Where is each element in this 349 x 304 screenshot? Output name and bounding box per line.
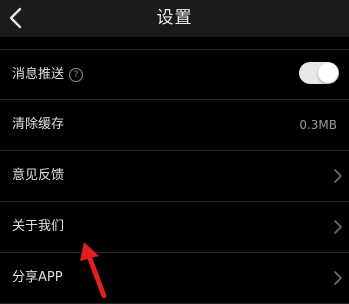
- section-gap: [0, 37, 349, 49]
- settings-row-label: 清除缓存: [12, 117, 65, 132]
- settings-row-label: 分享APP: [12, 270, 63, 285]
- settings-row-push[interactable]: 消息推送?: [0, 49, 349, 100]
- cache-size-value: 0.3MB: [299, 118, 337, 132]
- settings-row-about[interactable]: 关于我们: [0, 202, 349, 253]
- page-title: 设置: [156, 8, 193, 28]
- help-icon[interactable]: ?: [69, 68, 84, 82]
- settings-row-label: 消息推送?: [12, 50, 84, 100]
- push-toggle[interactable]: [299, 62, 339, 84]
- top-bar: 设置: [0, 0, 349, 37]
- settings-row-feedback[interactable]: 意见反馈: [0, 151, 349, 202]
- settings-row-clear-cache[interactable]: 清除缓存 0.3MB: [0, 100, 349, 151]
- settings-list: 消息推送? 清除缓存 0.3MB 意见反馈 关于我们 分享APP: [0, 49, 349, 304]
- chevron-right-icon: [334, 220, 342, 234]
- push-label: 消息推送: [12, 67, 65, 82]
- settings-row-label: 关于我们: [12, 219, 65, 234]
- toggle-knob: [318, 63, 338, 83]
- chevron-right-icon: [334, 271, 342, 285]
- settings-row-label: 意见反馈: [12, 168, 65, 183]
- settings-row-share[interactable]: 分享APP: [0, 253, 349, 304]
- chevron-right-icon: [334, 169, 342, 183]
